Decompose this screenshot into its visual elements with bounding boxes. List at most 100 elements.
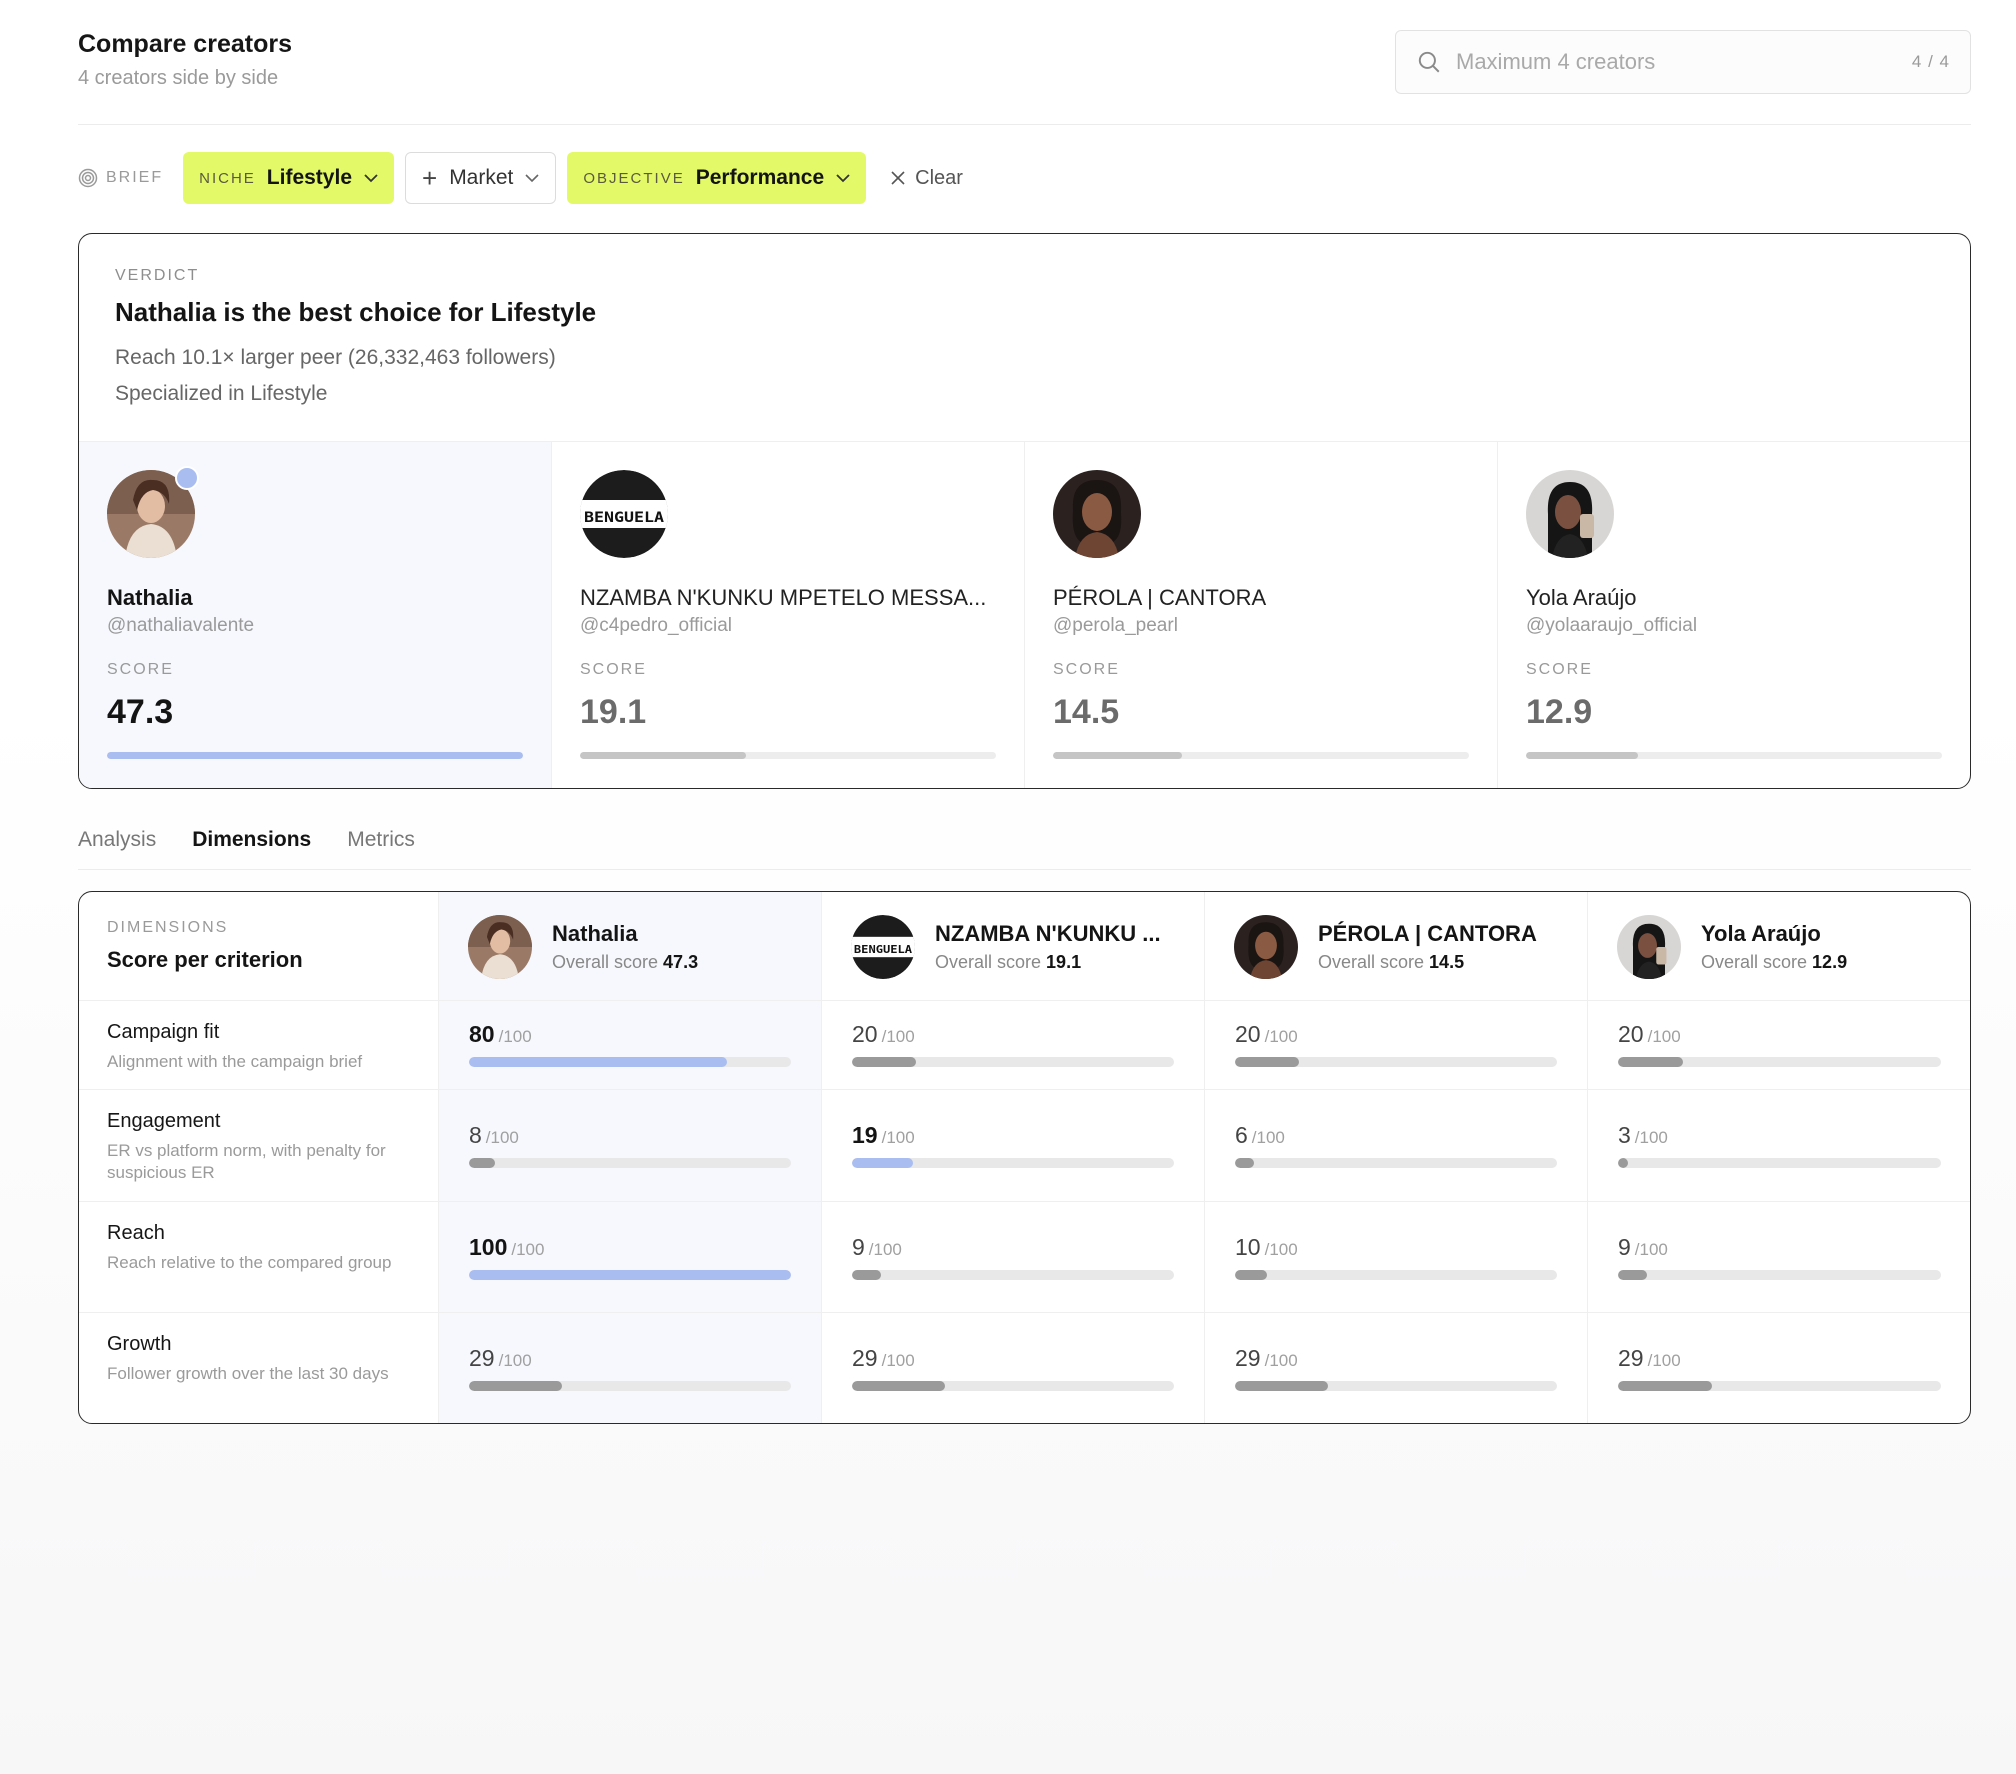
criterion-description: ER vs platform norm, with penalty for su… bbox=[107, 1141, 386, 1182]
creator-card[interactable]: Yola Araújo @yolaaraujo_official SCORE 1… bbox=[1498, 442, 1970, 788]
column-header[interactable]: BENGUELA NZAMBA N'KUNKU ... Overall scor… bbox=[822, 892, 1205, 1001]
close-icon bbox=[891, 171, 905, 185]
criterion-name: Reach bbox=[107, 1222, 165, 1244]
score-max: /100 bbox=[1647, 1027, 1681, 1046]
benguela-logo: BENGUELA bbox=[580, 470, 668, 558]
market-filter[interactable]: + Market bbox=[405, 152, 557, 204]
criterion-score: 20/100 bbox=[1235, 1021, 1298, 1048]
column-header[interactable]: Yola Araújo Overall score 12.9 bbox=[1588, 892, 1970, 1001]
score-number: 3 bbox=[1618, 1122, 1631, 1148]
creator-name: PÉROLA | CANTORA bbox=[1053, 585, 1267, 610]
criterion-bar-fill bbox=[469, 1158, 495, 1168]
column-header[interactable]: Nathalia Overall score 47.3 bbox=[439, 892, 822, 1001]
score-number: 29 bbox=[469, 1345, 495, 1371]
criterion-score-cell: 19/100 bbox=[822, 1090, 1205, 1202]
brief-bar: BRIEF NICHE Lifestyle + Market OBJECTIVE… bbox=[78, 152, 963, 204]
criterion-score: 10/100 bbox=[1235, 1234, 1298, 1261]
score-max: /100 bbox=[1647, 1351, 1681, 1370]
creator-card[interactable]: Nathalia @nathaliavalente SCORE 47.3 bbox=[79, 442, 552, 788]
tab-metrics[interactable]: Metrics bbox=[347, 818, 415, 869]
criterion-score-cell: 29/100 bbox=[822, 1313, 1205, 1423]
score-max: /100 bbox=[1264, 1027, 1298, 1046]
creator-name: Nathalia bbox=[107, 585, 193, 610]
overall-score: Overall score 12.9 bbox=[1701, 952, 1847, 973]
criterion-bar bbox=[469, 1381, 791, 1391]
creator-name: Nathalia bbox=[552, 921, 638, 946]
criterion-score: 19/100 bbox=[852, 1122, 915, 1149]
criterion-score: 29/100 bbox=[1618, 1345, 1681, 1372]
creator-name: Yola Araújo bbox=[1526, 585, 1637, 610]
criterion-score: 6/100 bbox=[1235, 1122, 1285, 1149]
score-max: /100 bbox=[511, 1240, 545, 1259]
portrait-woman-icon bbox=[1053, 470, 1141, 558]
criterion-name: Growth bbox=[107, 1333, 172, 1355]
score-label: SCORE bbox=[1526, 661, 1593, 678]
criterion-score-cell: 29/100 bbox=[1205, 1313, 1588, 1423]
clear-label: Clear bbox=[915, 166, 963, 189]
objective-filter[interactable]: OBJECTIVE Performance bbox=[567, 152, 867, 204]
score-max: /100 bbox=[881, 1128, 915, 1147]
brief-label: BRIEF bbox=[78, 168, 163, 188]
score-number: 20 bbox=[1618, 1021, 1644, 1047]
overall-score: Overall score 14.5 bbox=[1318, 952, 1464, 973]
tab-dimensions[interactable]: Dimensions bbox=[192, 818, 311, 869]
criterion-bar-fill bbox=[852, 1381, 946, 1391]
niche-filter[interactable]: NICHE Lifestyle bbox=[183, 152, 394, 204]
criterion-score: 80/100 bbox=[469, 1021, 532, 1048]
overall-score-value: 19.1 bbox=[1046, 952, 1082, 972]
avatar bbox=[1234, 915, 1298, 979]
score-value: 12.9 bbox=[1526, 693, 1593, 731]
score-value: 14.5 bbox=[1053, 693, 1120, 731]
column-header[interactable]: PÉROLA | CANTORA Overall score 14.5 bbox=[1205, 892, 1588, 1001]
dimensions-header: DIMENSIONS Score per criterion bbox=[79, 892, 439, 1001]
criterion-bar-fill bbox=[852, 1158, 914, 1168]
score-max: /100 bbox=[881, 1027, 915, 1046]
criterion-description: Follower growth over the last 30 days bbox=[107, 1364, 389, 1383]
criterion-score-cell: 9/100 bbox=[822, 1202, 1205, 1313]
creator-name: NZAMBA N'KUNKU MPETELO MESSA... bbox=[580, 585, 987, 610]
score-number: 9 bbox=[852, 1234, 865, 1260]
criterion-score-cell: 20/100 bbox=[822, 1001, 1205, 1090]
criterion-score: 20/100 bbox=[852, 1021, 915, 1048]
criterion-bar-fill bbox=[1618, 1057, 1683, 1067]
creator-name: PÉROLA | CANTORA bbox=[1318, 921, 1537, 946]
score-number: 19 bbox=[852, 1122, 878, 1148]
creator-card[interactable]: PÉROLA | CANTORA @perola_pearl SCORE 14.… bbox=[1025, 442, 1498, 788]
score-max: /100 bbox=[1264, 1240, 1298, 1259]
criterion-score-cell: 20/100 bbox=[1205, 1001, 1588, 1090]
dimensions-title: Score per criterion bbox=[107, 947, 303, 972]
criterion-bar-fill bbox=[469, 1381, 563, 1391]
tab-analysis[interactable]: Analysis bbox=[78, 818, 156, 869]
search-input[interactable] bbox=[1456, 49, 1912, 75]
portrait-woman-phone-icon bbox=[1526, 470, 1614, 558]
score-max: /100 bbox=[1251, 1128, 1285, 1147]
criterion-bar-fill bbox=[469, 1057, 727, 1067]
creator-card[interactable]: BENGUELA NZAMBA N'KUNKU MPETELO MESSA...… bbox=[552, 442, 1025, 788]
criterion-description: Reach relative to the compared group bbox=[107, 1253, 392, 1272]
creator-handle: @perola_pearl bbox=[1053, 615, 1178, 636]
page-header: Compare creators 4 creators side by side… bbox=[78, 0, 1971, 125]
criterion-bar-fill bbox=[1235, 1381, 1329, 1391]
criterion-score-cell: 29/100 bbox=[439, 1313, 822, 1423]
criterion-name: Campaign fit bbox=[107, 1021, 220, 1043]
score-max: /100 bbox=[1634, 1128, 1668, 1147]
portrait-woman-icon bbox=[1234, 915, 1298, 979]
search-icon bbox=[1418, 51, 1440, 73]
creator-search[interactable]: 4 / 4 bbox=[1395, 30, 1971, 94]
creator-name: Yola Araújo bbox=[1701, 921, 1821, 946]
clear-button[interactable]: Clear bbox=[891, 167, 963, 190]
score-label: SCORE bbox=[580, 661, 647, 678]
criterion-bar bbox=[469, 1158, 791, 1168]
criterion-score: 3/100 bbox=[1618, 1122, 1668, 1149]
brief-label-text: BRIEF bbox=[106, 169, 164, 186]
score-bar-fill bbox=[107, 752, 523, 759]
score-label: SCORE bbox=[1053, 661, 1120, 678]
creator-score-cards: Nathalia @nathaliavalente SCORE 47.3 BEN… bbox=[79, 441, 1970, 788]
chevron-down-icon bbox=[836, 173, 850, 182]
creator-count: 4 / 4 bbox=[1911, 52, 1950, 71]
criterion-score-cell: 20/100 bbox=[1588, 1001, 1970, 1090]
criterion-bar bbox=[1235, 1158, 1557, 1168]
score-max: /100 bbox=[485, 1128, 519, 1147]
compare-page: Compare creators 4 creators side by side… bbox=[78, 0, 1971, 1424]
score-bar bbox=[580, 752, 996, 759]
